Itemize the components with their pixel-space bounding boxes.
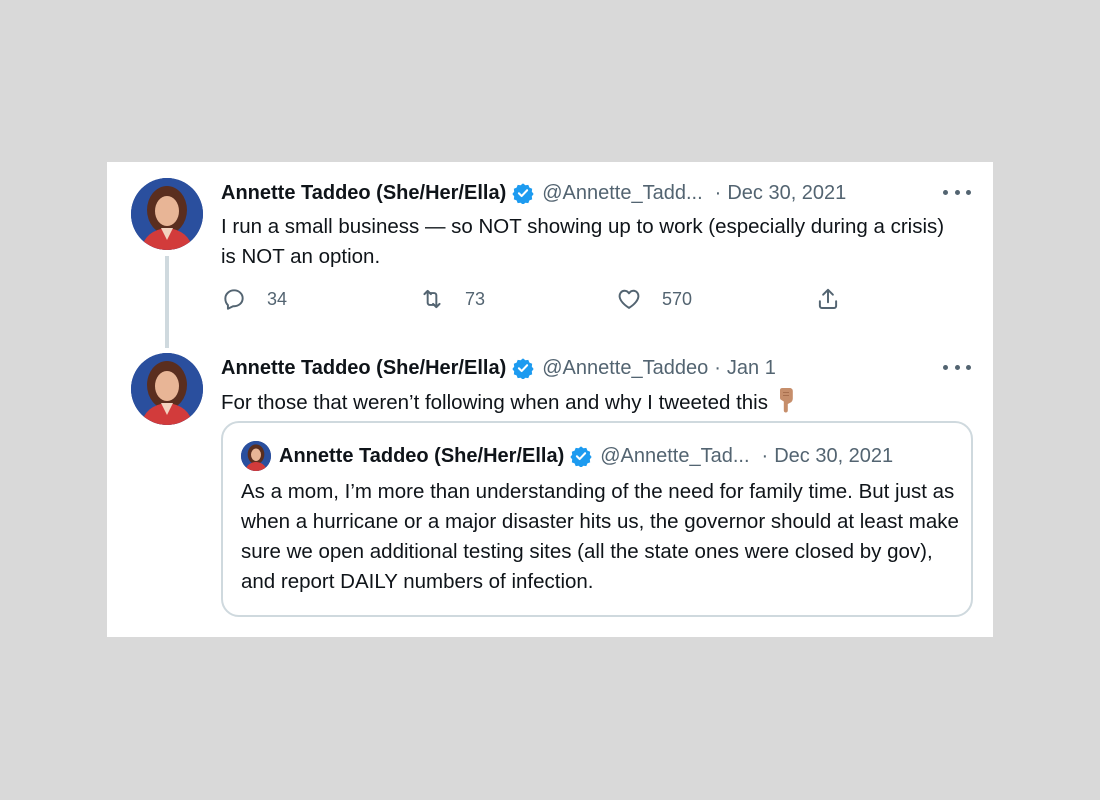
avatar[interactable] <box>131 178 203 250</box>
verified-badge-icon <box>570 445 592 468</box>
tweet-text: I run a small business — so NOT showing … <box>221 215 945 268</box>
tweet-header: Annette Taddeo (She/Her/Ella) @Annette_T… <box>221 178 846 208</box>
thread-connector-line <box>165 256 169 348</box>
author-handle[interactable]: @Annette_Tadd... <box>542 182 702 205</box>
verified-badge-icon <box>512 357 534 380</box>
tweet-header: Annette Taddeo (She/Her/Ella) @Annette_T… <box>221 353 776 383</box>
quoted-tweet[interactable]: Annette Taddeo (She/Her/Ella) @Annette_T… <box>221 421 973 617</box>
verified-badge-icon <box>512 182 534 205</box>
tweet-date[interactable]: Dec 30, 2021 <box>727 182 846 205</box>
dot-separator: · <box>714 356 721 379</box>
backhand-index-pointing-down-icon <box>774 387 798 422</box>
dot-separator: · <box>761 444 769 467</box>
author-handle: @Annette_Tad... <box>600 444 750 467</box>
quoted-tweet-text: As a mom, I’m more than understanding of… <box>241 480 959 593</box>
tweet-thread-card: Annette Taddeo (She/Her/Ella) @Annette_T… <box>107 162 993 637</box>
retweet-button[interactable]: 73 <box>419 286 485 312</box>
tweet-1[interactable]: Annette Taddeo (She/Her/Ella) @Annette_T… <box>107 162 993 348</box>
more-icon[interactable] <box>943 357 971 377</box>
like-button[interactable]: 570 <box>616 286 692 312</box>
reply-icon <box>224 289 244 310</box>
reply-button[interactable]: 34 <box>221 286 287 312</box>
retweet-icon <box>423 289 441 309</box>
share-button[interactable] <box>815 286 841 312</box>
tweet-date[interactable]: Jan 1 <box>727 357 776 380</box>
author-name[interactable]: Annette Taddeo (She/Her/Ella) <box>221 182 506 205</box>
retweet-count: 73 <box>465 288 486 309</box>
tweet-text: For those that weren’t following when an… <box>221 391 768 414</box>
avatar <box>241 441 271 471</box>
share-icon <box>818 288 838 309</box>
heart-icon <box>618 289 640 309</box>
quoted-tweet-header: Annette Taddeo (She/Her/Ella) @Annette_T… <box>241 441 893 471</box>
tweet-actions: 34 73 570 <box>221 286 861 318</box>
author-handle[interactable]: @Annette_Taddeo <box>542 357 708 380</box>
more-icon[interactable] <box>943 182 971 202</box>
author-name: Annette Taddeo (She/Her/Ella) <box>279 444 565 467</box>
like-count: 570 <box>662 288 693 309</box>
tweet-text-row: For those that weren’t following when an… <box>221 387 961 422</box>
dot-separator: · <box>714 181 722 204</box>
reply-count: 34 <box>267 288 288 309</box>
tweet-date: Dec 30, 2021 <box>774 444 894 467</box>
author-name[interactable]: Annette Taddeo (She/Her/Ella) <box>221 357 506 380</box>
tweet-2[interactable]: Annette Taddeo (She/Her/Ella) @Annette_T… <box>107 337 993 637</box>
avatar[interactable] <box>131 353 203 425</box>
